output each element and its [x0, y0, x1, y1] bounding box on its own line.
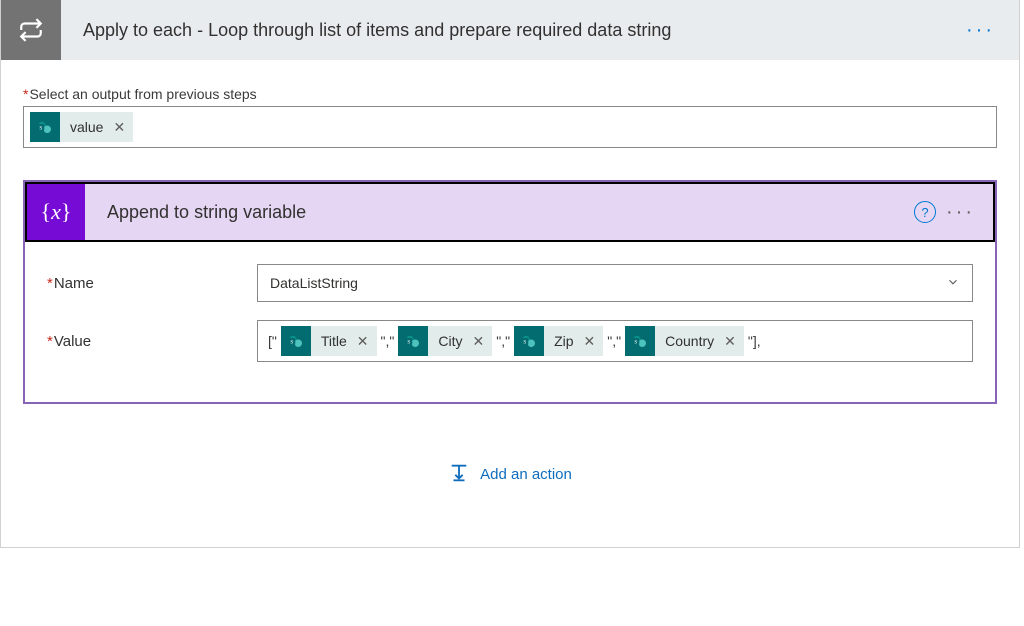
inner-card-title: Append to string variable [85, 202, 914, 223]
inner-card-header[interactable]: {x} Append to string variable ? ··· [25, 182, 995, 242]
literal-text: [" [266, 333, 279, 349]
token-remove-button[interactable]: ✕ [473, 333, 485, 350]
sharepoint-icon: S [625, 326, 655, 356]
svg-text:S: S [290, 339, 293, 345]
svg-text:S: S [408, 339, 411, 345]
variable-icon: {x} [27, 184, 85, 240]
literal-text: "], [746, 333, 763, 349]
card-title: Apply to each - Loop through list of ite… [61, 20, 942, 41]
svg-text:S: S [635, 339, 638, 345]
add-action-icon [448, 462, 470, 487]
output-field-label: *Select an output from previous steps [23, 86, 997, 102]
literal-text: "," [605, 333, 623, 349]
token-remove-button[interactable]: ✕ [357, 333, 369, 350]
svg-text:S: S [39, 125, 42, 131]
card-menu-button[interactable]: ··· [942, 19, 1019, 42]
add-action-row: Add an action [23, 404, 997, 523]
name-select-value: DataListString [270, 275, 358, 291]
token-remove-button[interactable]: ✕ [113, 119, 125, 136]
inner-card-body: *Name DataListString *Value [25, 242, 995, 402]
token-label: Country [665, 333, 714, 349]
output-token-input[interactable]: S value ✕ [23, 106, 997, 148]
dynamic-token[interactable]: S City ✕ [398, 326, 492, 356]
sharepoint-icon: S [514, 326, 544, 356]
value-field-label: *Value [47, 333, 257, 350]
add-action-button[interactable]: Add an action [480, 466, 572, 483]
dynamic-token[interactable]: S Country ✕ [625, 326, 744, 356]
name-select[interactable]: DataListString [257, 264, 973, 302]
dynamic-token[interactable]: S Title ✕ [281, 326, 377, 356]
name-field-label: *Name [47, 275, 257, 292]
token-remove-button[interactable]: ✕ [724, 333, 736, 350]
loop-icon [1, 0, 61, 60]
help-button[interactable]: ? [914, 201, 936, 223]
token-label: City [438, 333, 462, 349]
token-remove-button[interactable]: ✕ [584, 333, 596, 350]
append-to-string-card: {x} Append to string variable ? ··· *Nam… [23, 180, 997, 404]
token-label: Title [321, 333, 347, 349]
card-body: *Select an output from previous steps S … [1, 60, 1019, 547]
value-token-input[interactable]: [" S Title ✕ "," S City ✕ "," S Zip ✕ "," S Country ✕ "]… [257, 320, 973, 362]
sharepoint-icon: S [30, 112, 60, 142]
chevron-down-icon [946, 275, 960, 292]
sharepoint-icon: S [281, 326, 311, 356]
literal-text: "," [379, 333, 397, 349]
dynamic-token[interactable]: S Zip ✕ [514, 326, 603, 356]
apply-to-each-card: Apply to each - Loop through list of ite… [0, 0, 1020, 548]
card-header[interactable]: Apply to each - Loop through list of ite… [1, 0, 1019, 60]
token-label: value [70, 119, 103, 135]
svg-text:S: S [523, 339, 526, 345]
inner-menu-button[interactable]: ··· [946, 201, 993, 224]
sharepoint-icon: S [398, 326, 428, 356]
dynamic-token-value[interactable]: S value ✕ [30, 112, 133, 142]
token-label: Zip [554, 333, 573, 349]
literal-text: "," [494, 333, 512, 349]
